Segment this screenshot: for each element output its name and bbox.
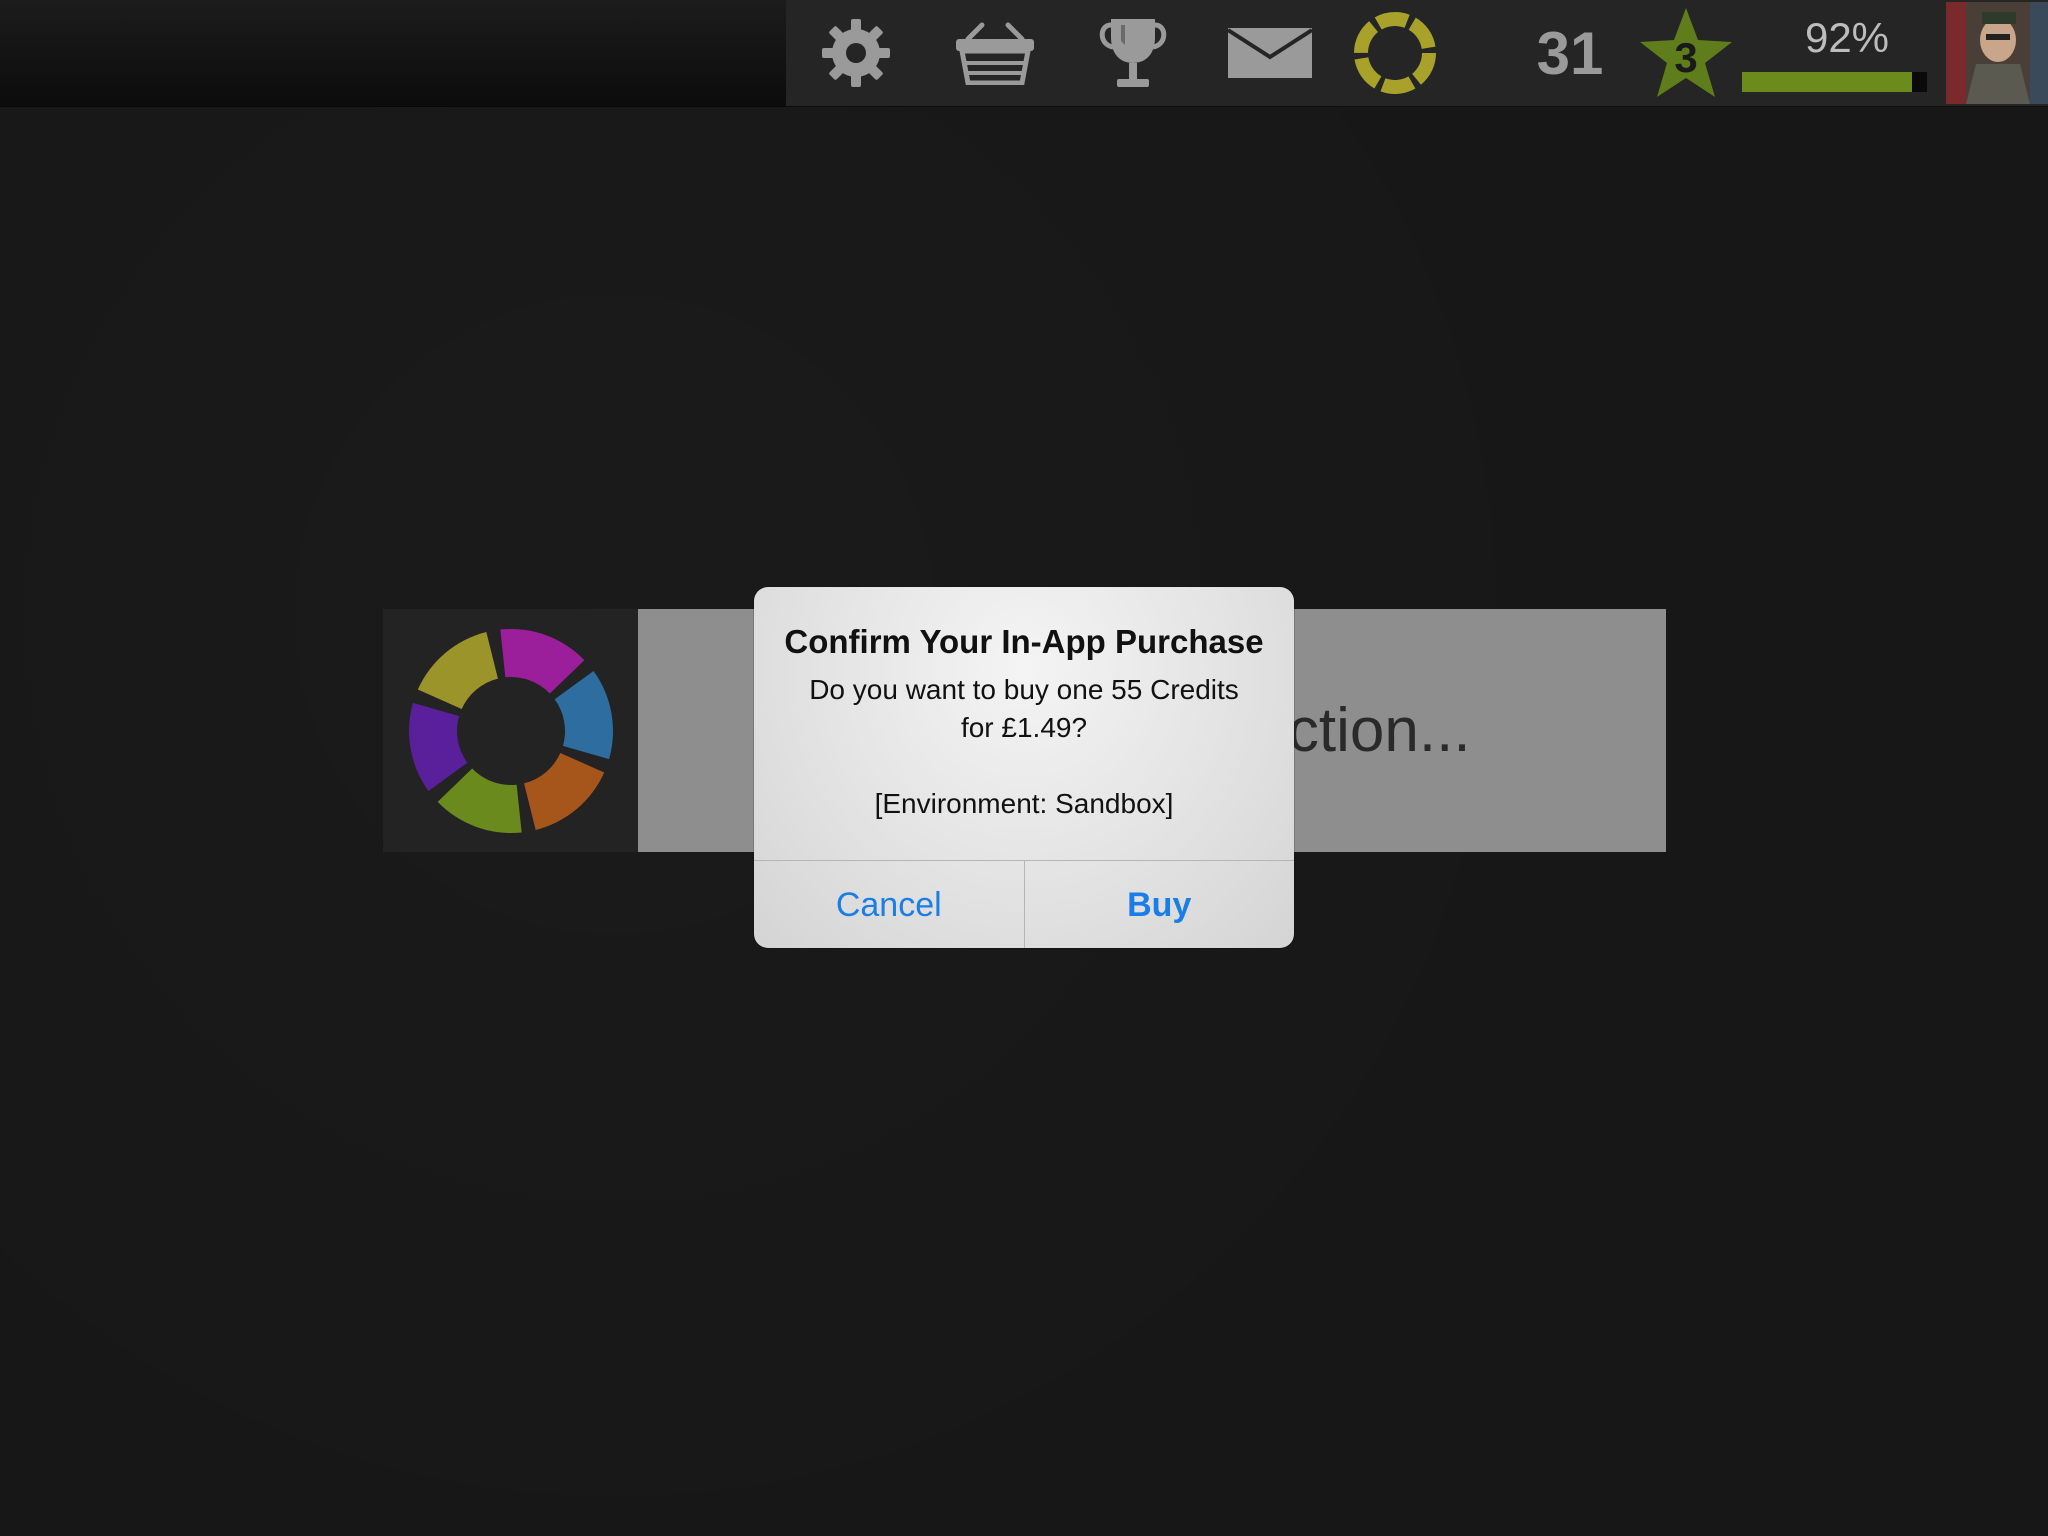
app-logo <box>383 609 638 852</box>
color-wheel-logo-icon <box>408 628 613 833</box>
gear-icon <box>822 19 890 87</box>
mail-icon <box>1227 28 1313 78</box>
activity-button[interactable] <box>1350 0 1440 106</box>
level-number: 3 <box>1674 34 1698 81</box>
dialog-message-line-2: for £1.49? <box>960 712 1088 743</box>
dialog-environment: [Environment: Sandbox] <box>874 788 1174 819</box>
topbar-empty-area <box>0 0 786 107</box>
achievements-button[interactable] <box>1090 0 1176 106</box>
basket-icon <box>956 22 1034 85</box>
buy-button[interactable]: Buy <box>1025 861 1295 948</box>
level-badge: 3 <box>1638 6 1734 100</box>
avatar-image <box>1946 2 2048 104</box>
dialog-button-row: Cancel Buy <box>754 860 1294 948</box>
cancel-button[interactable]: Cancel <box>754 861 1025 948</box>
logo-segment <box>523 752 604 830</box>
shop-button[interactable] <box>950 0 1040 106</box>
messages-button[interactable] <box>1225 0 1315 106</box>
purchase-confirm-dialog: Confirm Your In-App Purchase Do you want… <box>754 587 1294 948</box>
logo-segment <box>554 670 613 759</box>
level-progress-fill <box>1742 72 1913 92</box>
level-progress-label: 92% <box>1804 14 1890 61</box>
app-screen: 31 3 92% action... Confirm Your In-App P… <box>0 0 2048 1536</box>
settings-button[interactable] <box>814 0 898 106</box>
dialog-title: Confirm Your In-App Purchase <box>784 623 1264 660</box>
dialog-message-line-1: Do you want to buy one 55 Credits <box>809 674 1239 705</box>
credits-count: 31 <box>1536 20 1604 87</box>
trophy-icon <box>1099 19 1167 87</box>
logo-segment <box>417 631 498 709</box>
logo-segment <box>499 628 584 693</box>
dialog-message: Do you want to buy one 55 Credits for £1… <box>784 671 1264 823</box>
spinner-ring-icon <box>1354 12 1436 94</box>
logo-segment <box>408 702 467 791</box>
logo-segment <box>437 768 522 833</box>
dialog-message-spacer <box>784 747 1264 785</box>
avatar[interactable] <box>1946 2 2048 104</box>
level-progress-bar <box>1742 72 1927 92</box>
